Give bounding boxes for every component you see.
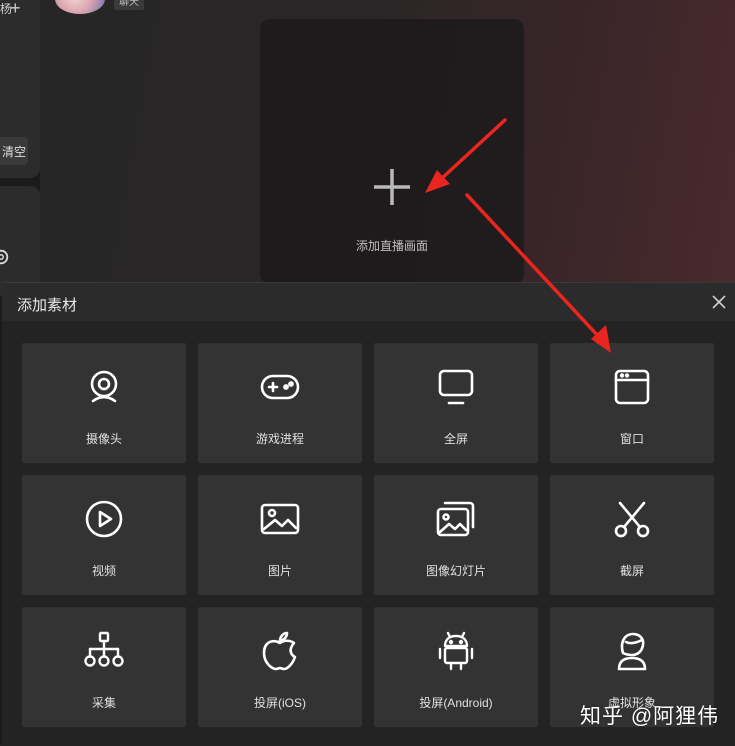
tile-label: 截屏: [619, 564, 644, 578]
tile-fullscreen[interactable]: 全屏: [374, 343, 538, 463]
tile-label: 视频: [91, 564, 116, 578]
dialog-title: 添加素材: [17, 297, 78, 314]
play-circle-icon: [85, 500, 123, 538]
slideshow-icon: [436, 501, 475, 537]
tile-label: 摄像头: [85, 432, 122, 446]
tile-cast-ios[interactable]: 投屏(iOS): [198, 607, 362, 727]
close-icon[interactable]: [712, 295, 726, 309]
avatar-icon: [617, 632, 647, 671]
tile-label: 采集: [91, 696, 116, 710]
tile-slideshow[interactable]: 图像幻灯片: [374, 475, 538, 595]
tile-label: 窗口: [619, 432, 644, 446]
sidebar-mid-panel: [0, 186, 40, 296]
add-live-scene-card[interactable]: 添加直播画面: [260, 19, 524, 284]
add-material-dialog: 添加素材 摄像头 游戏进程 全屏 窗口 视频 图片 图像幻灯片 截屏 采集 投屏…: [2, 282, 735, 746]
scissors-icon: [614, 501, 650, 538]
tile-window[interactable]: 窗口: [550, 343, 714, 463]
window-icon: [614, 369, 650, 405]
tile-label: 图片: [267, 564, 292, 578]
webcam-icon: [90, 370, 118, 403]
tile-label: 投屏(iOS): [254, 696, 306, 710]
dialog-header: 添加素材: [2, 283, 735, 321]
add-scene-plus-icon[interactable]: [372, 167, 412, 207]
tile-capture[interactable]: 采集: [22, 607, 186, 727]
tile-image[interactable]: 图片: [198, 475, 362, 595]
network-tree-icon: [84, 631, 124, 667]
gear-icon[interactable]: [0, 248, 10, 266]
monitor-icon: [438, 369, 474, 405]
apple-icon: [262, 631, 297, 671]
tile-webcam[interactable]: 摄像头: [22, 343, 186, 463]
gamepad-icon: [260, 374, 300, 400]
android-icon: [438, 631, 474, 671]
tile-label: 图像幻灯片: [425, 564, 486, 578]
sidebar-top-panel: 杨 + 清空: [0, 0, 40, 178]
watermark: 知乎 @阿狸伟: [580, 705, 720, 728]
material-grid: 摄像头 游戏进程 全屏 窗口 视频 图片 图像幻灯片 截屏 采集 投屏(iOS)…: [22, 343, 716, 727]
add-live-scene-label: 添加直播画面: [355, 239, 428, 253]
tile-label: 全屏: [443, 432, 468, 446]
tile-screenshot[interactable]: 截屏: [550, 475, 714, 595]
image-icon: [260, 503, 300, 535]
tile-cast-android[interactable]: 投屏(Android): [374, 607, 538, 727]
tile-video[interactable]: 视频: [22, 475, 186, 595]
tile-label: 投屏(Android): [419, 696, 493, 710]
tile-label: 游戏进程: [255, 432, 304, 446]
clear-button[interactable]: 清空: [0, 137, 28, 165]
chat-tag[interactable]: 聊天: [114, 0, 144, 10]
add-icon[interactable]: +: [10, 0, 21, 19]
tile-game-process[interactable]: 游戏进程: [198, 343, 362, 463]
